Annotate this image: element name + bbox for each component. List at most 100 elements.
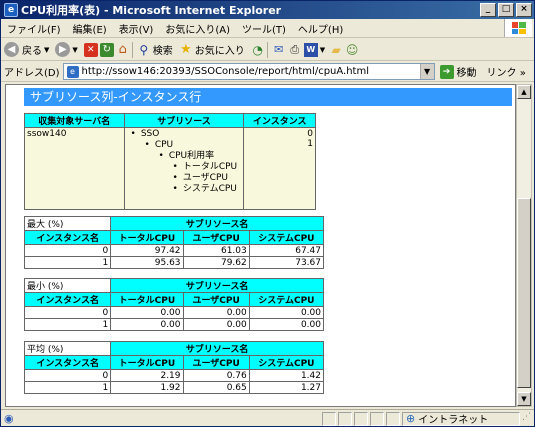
group-header: サブリソース名 [110, 216, 324, 231]
address-bar: アドレス(D) e http://ssow146:20393/SSOConsol… [1, 62, 534, 82]
scroll-up-icon[interactable]: ▲ [517, 85, 531, 99]
cell: 0.00 [182, 318, 250, 331]
address-input[interactable]: e http://ssow146:20393/SSOConsole/report… [62, 63, 435, 80]
cell: 0.00 [182, 306, 250, 319]
tree-item: CPU利用率 [127, 151, 242, 162]
cell: 1.27 [248, 381, 325, 394]
toolbar-separator [131, 41, 133, 58]
minimize-button[interactable]: _ [480, 3, 496, 17]
cell: 0.00 [248, 318, 325, 331]
security-zone[interactable]: ⊕ イントラネット [402, 411, 520, 426]
cell: 95.63 [110, 256, 184, 269]
col-header: トータルCPU [110, 230, 184, 245]
col-header: インスタンス名 [23, 230, 112, 245]
scroll-down-icon[interactable]: ▼ [517, 392, 531, 406]
menu-tools[interactable]: ツール(T) [236, 21, 292, 36]
go-button[interactable]: ➔ 移動 [439, 64, 477, 79]
tree-item: トータルCPU [127, 162, 242, 173]
instance-item: 1 [307, 139, 313, 149]
history-icon[interactable]: ◔ [251, 43, 265, 57]
col-header: ユーザCPU [182, 292, 250, 307]
cell: 0.00 [248, 306, 325, 319]
col-header: システムCPU [248, 292, 325, 307]
print-icon[interactable]: ⎙ [288, 43, 302, 57]
title-bar: e CPU利用率(表) - Microsoft Internet Explore… [1, 1, 534, 19]
go-label: 移動 [456, 68, 477, 79]
folder-icon[interactable]: ▰ [329, 43, 343, 57]
tree-item: システムCPU [127, 184, 242, 195]
zone-label: イントラネット [418, 415, 489, 426]
max-table: 最大 (%) サブリソース名 インスタンス名 トータルCPU ユーザCPU シス… [23, 216, 325, 269]
col-header: トータルCPU [110, 355, 184, 370]
mail-icon[interactable]: ✉ [272, 43, 286, 57]
stop-icon[interactable]: ✕ [83, 42, 98, 57]
col-instance: インスタンス [243, 113, 316, 128]
cell: 0.76 [182, 369, 250, 382]
col-header: ユーザCPU [182, 355, 250, 370]
page-icon: e [66, 65, 79, 78]
go-arrow-icon: ➔ [439, 64, 454, 79]
cell: 0.65 [182, 381, 250, 394]
address-dropdown-icon[interactable]: ▼ [419, 64, 434, 79]
report-header: サブリソース列-インスタンス行 [24, 88, 512, 106]
resize-grip-icon[interactable]: ⋰ [522, 412, 534, 426]
menu-help[interactable]: ヘルプ(H) [292, 21, 349, 36]
favorites-button[interactable]: ★ お気に入り [179, 42, 245, 57]
cell: 0 [23, 306, 112, 319]
back-button[interactable]: ◀ 戻る ▼ [4, 42, 49, 57]
status-cell [322, 411, 336, 426]
address-label: アドレス(D) [4, 68, 60, 79]
back-dropdown-icon[interactable]: ▼ [44, 46, 49, 54]
cell: 0 [23, 369, 112, 382]
status-cell [338, 411, 352, 426]
cell: 0.00 [110, 318, 184, 331]
links-button[interactable]: リンク » [487, 64, 526, 79]
address-url[interactable]: http://ssow146:20393/SSOConsole/report/h… [82, 66, 370, 77]
menu-file[interactable]: ファイル(F) [1, 21, 67, 36]
toolbar: ◀ 戻る ▼ ▶ ▼ ✕ ↻ ⌂ ⚲ 検索 ★ お気に入り ◔ ✉ ⎙ W ▼ … [1, 39, 534, 61]
cell: 1.92 [110, 381, 184, 394]
search-icon: ⚲ [139, 42, 149, 57]
edit-dropdown-icon[interactable]: ▼ [320, 46, 325, 54]
search-label: 検索 [152, 46, 173, 57]
star-icon: ★ [179, 42, 192, 57]
close-button[interactable]: × [516, 3, 532, 17]
forward-button[interactable]: ▶ ▼ [55, 42, 78, 57]
table-row: 0 0.00 0.00 0.00 [23, 306, 325, 319]
tree-item: CPU [127, 140, 242, 151]
cell: 2.19 [110, 369, 184, 382]
cell: 67.47 [248, 244, 325, 257]
status-cell [354, 411, 368, 426]
edit-word-icon[interactable]: W [303, 42, 318, 57]
col-header: インスタンス名 [23, 355, 112, 370]
back-label: 戻る [22, 46, 42, 57]
scroll-thumb[interactable] [517, 198, 531, 388]
tree-item: SSO [127, 129, 242, 140]
vertical-scrollbar[interactable]: ▲ ▼ [516, 84, 532, 407]
cell: 1 [23, 318, 112, 331]
maximize-button[interactable]: □ [498, 3, 514, 17]
table-row: 1 95.63 79.62 73.67 [23, 256, 325, 269]
subresource-tree-table: 収集対象サーバ名 サブリソース インスタンス ssow140 SSO CPU C… [24, 113, 316, 210]
table-row: 1 1.92 0.65 1.27 [23, 381, 325, 394]
toolbar-separator [266, 41, 268, 58]
group-header: サブリソース名 [110, 341, 324, 356]
table-caption: 平均 (%) [23, 341, 112, 356]
min-table: 最小 (%) サブリソース名 インスタンス名 トータルCPU ユーザCPU シス… [23, 278, 325, 331]
menu-view[interactable]: 表示(V) [113, 21, 160, 36]
back-arrow-icon: ◀ [4, 42, 19, 57]
cell: 79.62 [182, 256, 250, 269]
forward-dropdown-icon[interactable]: ▼ [72, 46, 77, 54]
search-button[interactable]: ⚲ 検索 [137, 42, 173, 58]
intranet-icon: ⊕ [406, 412, 416, 425]
menu-favorites[interactable]: お気に入り(A) [159, 21, 236, 36]
home-icon[interactable]: ⌂ [116, 42, 130, 57]
forward-arrow-icon: ▶ [55, 42, 71, 57]
menu-edit[interactable]: 編集(E) [67, 21, 113, 36]
refresh-icon[interactable]: ↻ [99, 42, 114, 57]
page-status-icon: ◉ [4, 411, 14, 425]
avg-table: 平均 (%) サブリソース名 インスタンス名 トータルCPU ユーザCPU シス… [23, 341, 325, 394]
messenger-icon[interactable]: ☺ [345, 43, 359, 57]
table-row: 0 97.42 61.03 67.47 [23, 244, 325, 257]
table-row: 0 2.19 0.76 1.42 [23, 369, 325, 382]
